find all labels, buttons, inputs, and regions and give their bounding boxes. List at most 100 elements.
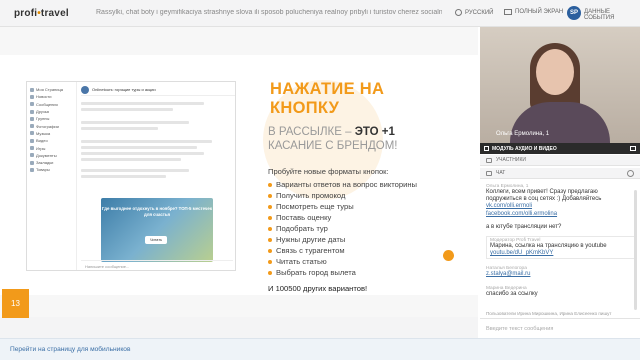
- embedded-sidebar-item: Новости: [30, 93, 73, 100]
- slide-number[interactable]: 13: [2, 289, 29, 318]
- embedded-sidebar-label: Видео: [36, 138, 48, 144]
- menu-icon: [30, 160, 34, 165]
- bullet-dot-icon: [268, 204, 272, 209]
- mobile-page-link[interactable]: Перейти на страницу для мобильников: [10, 346, 130, 353]
- logo: profi•travel: [14, 8, 69, 19]
- bullet-item: Посмотреть еще туры: [268, 201, 417, 212]
- text-line: [81, 169, 189, 172]
- bullet-dot-icon: [268, 248, 272, 253]
- chat-message: Модератор Profi Travel Марина, ссылка на…: [486, 236, 636, 260]
- message-link[interactable]: youtu.be/dU_pKmKbVY: [490, 250, 632, 257]
- bullet-item: Подобрать тур: [268, 223, 417, 234]
- bullet-text: Связь с турагентом: [276, 246, 345, 255]
- globe-icon: [455, 9, 462, 16]
- embedded-sidebar-item: Группы: [30, 115, 73, 122]
- menu-icon: [30, 138, 34, 143]
- language-switch[interactable]: РУССКИЙ: [455, 9, 493, 16]
- chat-scrollbar[interactable]: [634, 190, 637, 310]
- logo-left: profi: [14, 8, 38, 19]
- embedded-sidebar-item: Игры: [30, 144, 73, 151]
- bullet-text: Подобрать тур: [276, 224, 328, 233]
- read-button[interactable]: Читать: [145, 236, 167, 244]
- popout-icon[interactable]: [630, 146, 636, 151]
- message-input[interactable]: Напишите сообщение...: [81, 260, 233, 270]
- typing-notice: Пользователи Ирина Мирошкина, Ирина Елис…: [486, 311, 612, 316]
- embedded-sidebar-item: Музыка: [30, 130, 73, 137]
- article-image: Где выгоднее отдохнуть в ноябре? ТОП-5 м…: [101, 198, 213, 262]
- participants-label: УЧАСТНИКИ: [496, 157, 526, 163]
- slide-more: И 100500 других вариантов!: [268, 284, 368, 293]
- bullet-dot-icon: [268, 259, 272, 264]
- bullet-dot-icon: [268, 182, 272, 187]
- embedded-sidebar-label: Новости: [36, 94, 52, 100]
- embedded-sidebar-item: Документы: [30, 152, 73, 159]
- gear-icon[interactable]: [627, 170, 634, 177]
- message-text: Коллеги, всем привет! Сразу предлагаю по…: [486, 189, 602, 203]
- bullet-text: Нужны другие даты: [276, 235, 346, 244]
- embedded-sidebar-item: Сообщения: [30, 101, 73, 108]
- bullet-dot-icon: [268, 193, 272, 198]
- chat-message: Марина Ведерина спасибо за ссылку: [486, 286, 632, 298]
- text-line: [81, 175, 166, 178]
- menu-icon: [30, 116, 34, 121]
- subline-line-2: КАСАНИЕ С БРЕНДОМ!: [268, 140, 398, 152]
- text-line: [81, 152, 205, 155]
- message-link[interactable]: vk.com/olli.ermoli: [486, 203, 632, 210]
- subline-part-b: ЭТО +1: [354, 126, 395, 138]
- bullet-text: Посмотреть еще туры: [276, 202, 354, 211]
- top-bar: profi•travel Rassylki, chat boty i geymi…: [0, 0, 640, 27]
- embedded-sidebar-item: Товары: [30, 166, 73, 173]
- event-data-button[interactable]: ДАННЫЕ СОБЫТИЯ: [584, 9, 640, 21]
- bullet-dot-icon: [268, 226, 272, 231]
- embedded-sidebar-item: Видео: [30, 137, 73, 144]
- embedded-sidebar-label: Закладки: [36, 160, 54, 166]
- fullscreen-label: ПОЛНЫЙ ЭКРАН: [515, 9, 564, 15]
- embedded-sidebar-label: Сообщения: [36, 101, 58, 107]
- brand-avatar: [81, 85, 89, 94]
- embedded-sidebar-label: Моя Страница: [36, 87, 64, 93]
- message-link[interactable]: z.stalya@mail.ru: [486, 271, 632, 278]
- article-image-title: Где выгоднее отдохнуть в ноябре? ТОП-5 м…: [102, 206, 212, 217]
- chat-input[interactable]: Введите текст сообщения: [480, 318, 640, 338]
- embedded-sidebar-label: Друзья: [36, 109, 49, 115]
- bullet-item: Варианты ответов на вопрос викторины: [268, 179, 417, 190]
- speaker-face: [536, 49, 574, 95]
- embedded-sidebar-item: Фотографии: [30, 122, 73, 129]
- subline-part-a: В РАССЫЛКЕ –: [268, 126, 355, 138]
- bullet-dot-icon: [268, 270, 272, 275]
- bullet-text: Получить промокод: [276, 191, 346, 200]
- chat-message: Ольга Ермолина, 1 Коллеги, всем привет! …: [486, 184, 632, 218]
- bullet-text: Варианты ответов на вопрос викторины: [276, 180, 418, 189]
- fullscreen-button[interactable]: ПОЛНЫЙ ЭКРАН: [504, 9, 563, 15]
- bullet-dot-icon: [268, 215, 272, 220]
- participants-tab[interactable]: УЧАСТНИКИ: [480, 155, 640, 166]
- bullet-item: Получить промокод: [268, 190, 417, 201]
- logo-right: travel: [40, 8, 69, 19]
- bullet-list: Варианты ответов на вопрос викторины Полу…: [268, 179, 417, 278]
- language-label: РУССКИЙ: [465, 9, 494, 16]
- menu-icon: [30, 146, 34, 151]
- message-link[interactable]: facebook.com/olli.ermolina: [486, 211, 632, 218]
- embedded-header: Onlinetours: горящие туры и акции: [81, 84, 235, 96]
- text-line: [81, 127, 158, 130]
- av-module-bar[interactable]: МОДУЛЬ АУДИО И ВИДЕО: [480, 143, 640, 154]
- video-feed: Ольга Ермолина, 1: [480, 27, 640, 143]
- user-avatar[interactable]: SP: [567, 6, 581, 20]
- chat-tab[interactable]: ЧАТ: [480, 168, 640, 179]
- embedded-sidebar-label: Группы: [36, 116, 50, 122]
- chat-panel: Ольга Ермолина, 1 Коллеги, всем привет! …: [480, 180, 640, 318]
- orange-dot-icon: [443, 250, 454, 261]
- text-line: [81, 146, 197, 149]
- headline-line-1: НАЖАТИЕ НА: [270, 80, 385, 98]
- text-line: [81, 140, 212, 143]
- slide-headline: НАЖАТИЕ НА КНОПКУ: [270, 80, 470, 118]
- webinar-title: Rassylki, chat boty i geymifikaciya stra…: [96, 9, 442, 16]
- event-data-label: ДАННЫЕ СОБЫТИЯ: [584, 9, 615, 21]
- text-line: [81, 102, 205, 105]
- bullet-item: Связь с турагентом: [268, 245, 417, 256]
- menu-icon: [30, 131, 34, 136]
- fullscreen-icon: [504, 9, 512, 15]
- bullet-dot-icon: [268, 237, 272, 242]
- text-line: [81, 108, 174, 111]
- bullet-text: Выбрать город вылета: [276, 268, 356, 277]
